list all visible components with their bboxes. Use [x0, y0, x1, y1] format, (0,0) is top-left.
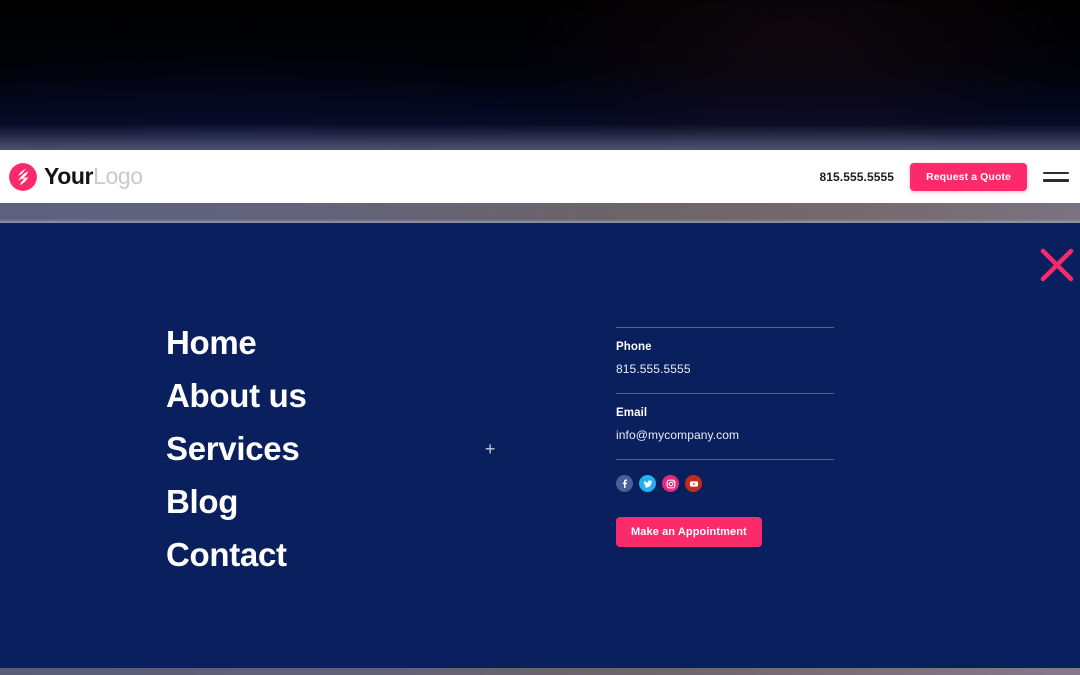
contact-phone-block: Phone 815.555.5555	[616, 328, 834, 393]
overlay-navigation: Home About us Services + Blog Contact	[166, 316, 536, 581]
nav-label-services: Services	[166, 430, 300, 467]
make-appointment-button[interactable]: Make an Appointment	[616, 517, 762, 547]
contact-phone-label: Phone	[616, 341, 652, 353]
hamburger-bar-1	[1043, 171, 1069, 174]
fullscreen-menu-overlay: Home About us Services + Blog Contact Ph…	[0, 223, 1080, 668]
contact-email-label: Email	[616, 407, 648, 419]
hamburger-bar-2	[1043, 179, 1069, 182]
contact-email-block: Email info@mycompany.com	[616, 394, 834, 459]
nav-item-services[interactable]: Services +	[166, 422, 536, 475]
logo-text-secondary: Logo	[93, 163, 143, 189]
hero-bottom-glow	[0, 124, 1080, 150]
site-logo[interactable]: Your Logo	[9, 162, 143, 191]
social-links	[616, 475, 834, 492]
logo-text-primary: Your	[44, 163, 94, 189]
nav-label-contact: Contact	[166, 536, 287, 573]
header-shadow-band	[0, 203, 1080, 223]
logo-bolt-icon	[9, 162, 37, 191]
nav-item-contact[interactable]: Contact	[166, 528, 536, 581]
nav-item-home[interactable]: Home	[166, 316, 536, 369]
nav-label-home: Home	[166, 324, 257, 361]
nav-item-about-us[interactable]: About us	[166, 369, 536, 422]
contact-email-value[interactable]: info@mycompany.com	[616, 428, 834, 442]
nav-label-blog: Blog	[166, 483, 239, 520]
nav-label-about-us: About us	[166, 377, 307, 414]
twitter-icon[interactable]	[639, 475, 656, 492]
instagram-icon[interactable]	[662, 475, 679, 492]
nav-item-blog[interactable]: Blog	[166, 475, 536, 528]
facebook-icon[interactable]	[616, 475, 633, 492]
logo-wordmark: Your Logo	[44, 165, 143, 188]
hamburger-menu-icon[interactable]	[1043, 167, 1069, 187]
youtube-icon[interactable]	[685, 475, 702, 492]
request-quote-button[interactable]: Request a Quote	[910, 162, 1027, 191]
header-phone-number[interactable]: 815.555.5555	[819, 170, 894, 184]
page-root: Your Logo 815.555.5555 Request a Quote H…	[0, 0, 1080, 675]
menu-columns: Home About us Services + Blog Contact Ph…	[0, 223, 1080, 668]
overlay-contact-column: Phone 815.555.5555 Email info@mycompany.…	[616, 327, 834, 547]
expand-services-plus-icon[interactable]: +	[482, 440, 498, 458]
header-actions: 815.555.5555 Request a Quote	[819, 162, 1069, 191]
hero-background	[0, 0, 1080, 150]
site-header: Your Logo 815.555.5555 Request a Quote	[0, 150, 1080, 203]
contact-phone-value[interactable]: 815.555.5555	[616, 362, 834, 376]
page-bottom-strip	[0, 668, 1080, 675]
divider-bottom	[616, 459, 834, 460]
